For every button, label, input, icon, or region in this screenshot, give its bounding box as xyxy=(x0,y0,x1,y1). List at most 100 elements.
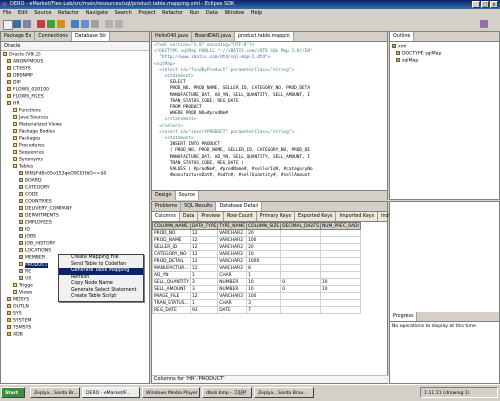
column-header[interactable]: COLUMN_NAME xyxy=(152,222,191,230)
connection-selector[interactable]: Oracle xyxy=(1,42,149,51)
print-icon[interactable] xyxy=(23,20,31,28)
outline-item[interactable]: sqlMap xyxy=(392,58,497,65)
tab-primary-keys[interactable]: Primary Keys xyxy=(257,212,296,221)
tree-node-table[interactable]: BOARD xyxy=(3,178,149,185)
tree-node-folder[interactable]: Synonyms xyxy=(3,157,149,164)
table-row[interactable]: TRAN_STATUS... 1 CHAR 3 xyxy=(152,299,361,307)
menu-refactor[interactable]: Refactor xyxy=(58,10,79,16)
tab-source[interactable]: Source xyxy=(175,191,200,200)
menu-search[interactable]: Search xyxy=(115,10,132,16)
open-type-icon[interactable] xyxy=(81,20,89,28)
tab-columns[interactable]: Columns xyxy=(152,212,180,221)
tree-node-schema[interactable]: DIP xyxy=(3,80,149,87)
tab-problems[interactable]: Problems xyxy=(152,202,182,211)
tree-node-schema[interactable]: FLOWS_020100 xyxy=(3,87,149,94)
tab-database-structure[interactable]: Database Str xyxy=(71,32,111,41)
tree-node-folder[interactable]: Java Sources xyxy=(3,115,149,122)
new-class-icon[interactable] xyxy=(71,20,79,28)
minimize-button[interactable]: _ xyxy=(472,1,480,8)
tree-node-table[interactable]: CODE xyxy=(3,192,149,199)
menu-source[interactable]: Source xyxy=(34,10,51,16)
close-button[interactable]: x xyxy=(490,1,498,8)
tree-node-schema[interactable]: FLOWS_FILES xyxy=(3,94,149,101)
tree-node-root[interactable]: Oracle (V8i.2) xyxy=(3,52,149,59)
menu-refactor-2[interactable]: Refactor xyxy=(162,10,183,16)
run-icon[interactable] xyxy=(47,20,55,28)
tree-node-schema[interactable]: XDB xyxy=(3,332,149,339)
search-icon[interactable] xyxy=(91,20,99,28)
start-button[interactable]: Start xyxy=(1,387,25,398)
tab-connections[interactable]: Connections xyxy=(35,32,72,41)
tab-boarddao-java[interactable]: BoardDAO.java xyxy=(192,32,235,41)
tab-design[interactable]: Design xyxy=(152,191,176,200)
column-header[interactable]: COLUMN_SIZE xyxy=(246,222,282,230)
tree-node-table[interactable]: EMPLOYEES xyxy=(3,220,149,227)
tree-node-table[interactable]: BIN$FdBc05o1S3qeO9CEHbO==$0 xyxy=(3,171,149,178)
taskbar-item-active[interactable]: DERO - eMarket/F... xyxy=(82,387,140,398)
menu-item-create-table-script[interactable]: Create Table Script xyxy=(59,294,143,301)
taskbar-item[interactable]: Zeplyx...Santa Br... xyxy=(30,387,80,398)
tab-data[interactable]: Data xyxy=(180,212,199,221)
menu-edit[interactable]: Edit xyxy=(18,10,28,16)
tree-node-schema[interactable]: TSMSYS xyxy=(3,325,149,332)
external-tools-icon[interactable] xyxy=(57,20,65,28)
tab-outline[interactable]: Outline xyxy=(390,32,415,41)
tree-node-schema-hr[interactable]: HR xyxy=(3,101,149,108)
table-row[interactable]: CATEGORY_NO 12 VARCHAR2 10 xyxy=(152,250,361,258)
table-row[interactable]: IMAGE_FILE 12 VARCHAR2 100 xyxy=(152,292,361,300)
table-row[interactable]: REG_DATE 93 DATE 7 xyxy=(152,306,361,314)
tree-node-table[interactable]: COUNTRIES xyxy=(3,199,149,206)
taskbar-item[interactable]: Zeplyx...Santa Brav... xyxy=(254,387,314,398)
menu-run[interactable]: Run xyxy=(190,10,200,16)
menu-help[interactable]: Help xyxy=(251,10,262,16)
tree-node-schema[interactable]: SYS xyxy=(3,311,149,318)
menu-window[interactable]: Window xyxy=(224,10,244,16)
taskbar-item[interactable]: dboli.bmp - 그림판 xyxy=(202,387,252,398)
tab-product-mapping[interactable]: product.table.mappin xyxy=(234,32,294,41)
tab-sql-results[interactable]: SQL Results xyxy=(181,202,217,211)
table-row[interactable]: PROD_NO 12 VARCHAR2 20 xyxy=(152,229,361,237)
save-icon[interactable] xyxy=(13,20,21,28)
tab-package-explorer[interactable]: Package Ex xyxy=(1,32,36,41)
tree-node-table[interactable]: JOBS xyxy=(3,234,149,241)
menu-data[interactable]: Data xyxy=(206,10,218,16)
tree-node-table[interactable]: DELIVERY_COMPANY xyxy=(3,206,149,213)
menu-file[interactable]: File xyxy=(3,10,11,16)
tree-node-folder[interactable]: Package Bodies xyxy=(3,129,149,136)
tree-node-folder-tables[interactable]: Tables xyxy=(3,164,149,171)
tab-database-detail[interactable]: Database Detail xyxy=(216,202,263,211)
column-header[interactable]: NUM_PREC_RADI xyxy=(320,222,361,230)
column-header[interactable]: DATA_TYPE xyxy=(189,222,219,230)
tree-node-table[interactable]: JOB_HISTORY xyxy=(3,241,149,248)
tree-node-schema[interactable]: CTXSYS xyxy=(3,66,149,73)
table-row[interactable]: PROD_NAME 12 VARCHAR2 100 xyxy=(152,236,361,244)
tab-hello-java[interactable]: Hello040.java xyxy=(152,32,192,41)
table-row[interactable]: SELL_AMOUNT 3 NUMBER 10 0 10 xyxy=(152,285,361,293)
tree-node-folder[interactable]: Packages xyxy=(3,136,149,143)
table-row[interactable]: MANUFACTUR... 12 VARCHAR2 8 xyxy=(152,264,361,272)
menu-navigate[interactable]: Navigate xyxy=(86,10,108,16)
tree-node-schema[interactable]: OUTLN xyxy=(3,304,149,311)
tab-imported-keys[interactable]: Imported Keys xyxy=(336,212,379,221)
tree-node-folder[interactable]: Functions xyxy=(3,108,149,115)
tab-row-count[interactable]: Row Count xyxy=(224,212,257,221)
perspective-icon[interactable] xyxy=(480,20,488,28)
tab-progress[interactable]: Progress xyxy=(390,312,418,321)
tree-node-table[interactable]: DEPARTMENTS xyxy=(3,213,149,220)
tree-node-folder[interactable]: Materialized Views xyxy=(3,122,149,129)
maximize-button[interactable]: □ xyxy=(481,1,489,8)
tree-node-schema[interactable]: ANONYMOUS xyxy=(3,59,149,66)
new-icon[interactable] xyxy=(3,20,13,30)
table-row[interactable]: SELL_QUANTITY 3 NUMBER 10 0 10 xyxy=(152,278,361,286)
outline-item[interactable]: xml xyxy=(392,44,497,51)
column-header[interactable]: TYPE_NAME xyxy=(217,222,248,230)
tree-node-table[interactable]: CATEGORY xyxy=(3,185,149,192)
debug-icon[interactable] xyxy=(37,20,45,28)
tab-exported-keys[interactable]: Exported Keys xyxy=(295,212,337,221)
tree-node-folder[interactable]: Sequences xyxy=(3,150,149,157)
menu-project[interactable]: Project xyxy=(138,10,155,16)
tree-node-schema[interactable]: SYSTEM xyxy=(3,318,149,325)
tree-node-schema[interactable]: DBSNMP xyxy=(3,73,149,80)
editor-text-area[interactable]: <?xml version="1.0" encoding="UTF-8"?> <… xyxy=(152,42,387,190)
tab-preview[interactable]: Preview xyxy=(198,212,225,221)
